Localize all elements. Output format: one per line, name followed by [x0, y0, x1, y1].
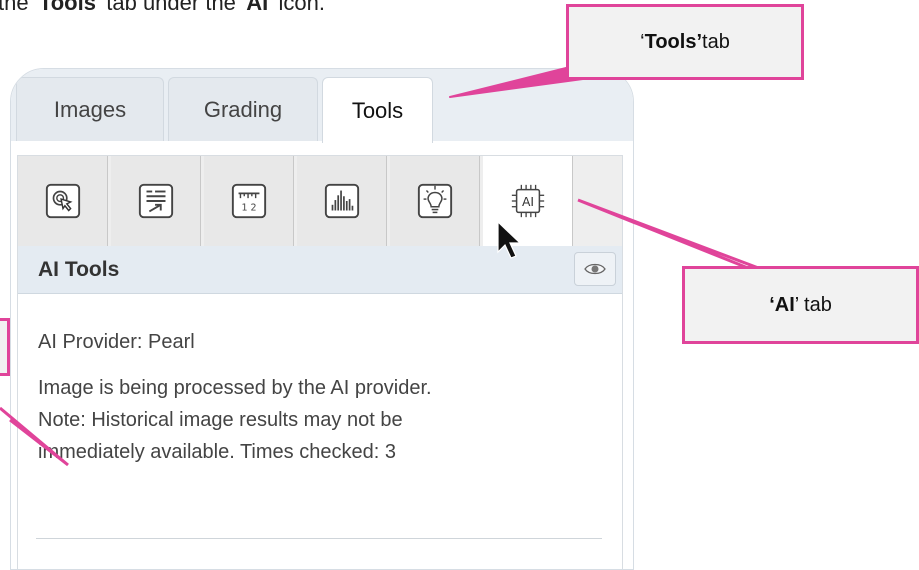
ai-provider-text: AI Provider: Pearl [38, 331, 195, 353]
ai-tools-header: AI Tools [18, 246, 622, 294]
ai-status-body: AI Provider: Pearl Image is being proces… [38, 326, 608, 486]
ai-chip-label: AI [521, 195, 533, 209]
histogram-icon [324, 183, 359, 219]
histogram-tool-button[interactable] [297, 156, 387, 246]
eye-icon [584, 263, 606, 275]
instruction-caption: the 'Tools' tab under the 'AI' icon. [0, 0, 326, 15]
tab-bar: Images Grading Tools [11, 69, 633, 143]
export-tool-button[interactable] [111, 156, 201, 246]
tab-images[interactable]: Images [16, 77, 164, 141]
ruler-measure-icon: 1 2 [231, 183, 266, 219]
section-title: AI Tools [38, 257, 120, 281]
visibility-toggle-button[interactable] [574, 252, 616, 286]
ai-chip-icon: AI [511, 184, 544, 218]
tab-grading[interactable]: Grading [168, 77, 318, 141]
ai-tool-button[interactable]: AI [483, 156, 573, 246]
tools-content: 1 2 AI AI Tools AI Provider: Pearl Image… [17, 155, 623, 569]
lightbulb-icon [417, 183, 452, 219]
report-export-icon [138, 183, 173, 219]
measure-tool-button[interactable]: 1 2 [204, 156, 294, 246]
insights-tool-button[interactable] [390, 156, 480, 246]
select-tool-button[interactable] [18, 156, 108, 246]
status-callout [0, 318, 10, 376]
tool-toolbar: 1 2 AI [18, 156, 622, 247]
ai-tab-callout: ‘AI’ tab [682, 266, 919, 344]
tab-tools[interactable]: Tools [322, 77, 433, 143]
cursor-click-icon [45, 183, 80, 219]
divider [36, 538, 602, 539]
tools-tab-callout: ‘Tools’ tab [566, 4, 804, 80]
ai-status-text: Image is being processed by the AI provi… [38, 377, 432, 463]
side-panel: Images Grading Tools 1 2 AI AI Tools AI … [10, 68, 634, 570]
svg-text:1 2: 1 2 [241, 203, 256, 214]
